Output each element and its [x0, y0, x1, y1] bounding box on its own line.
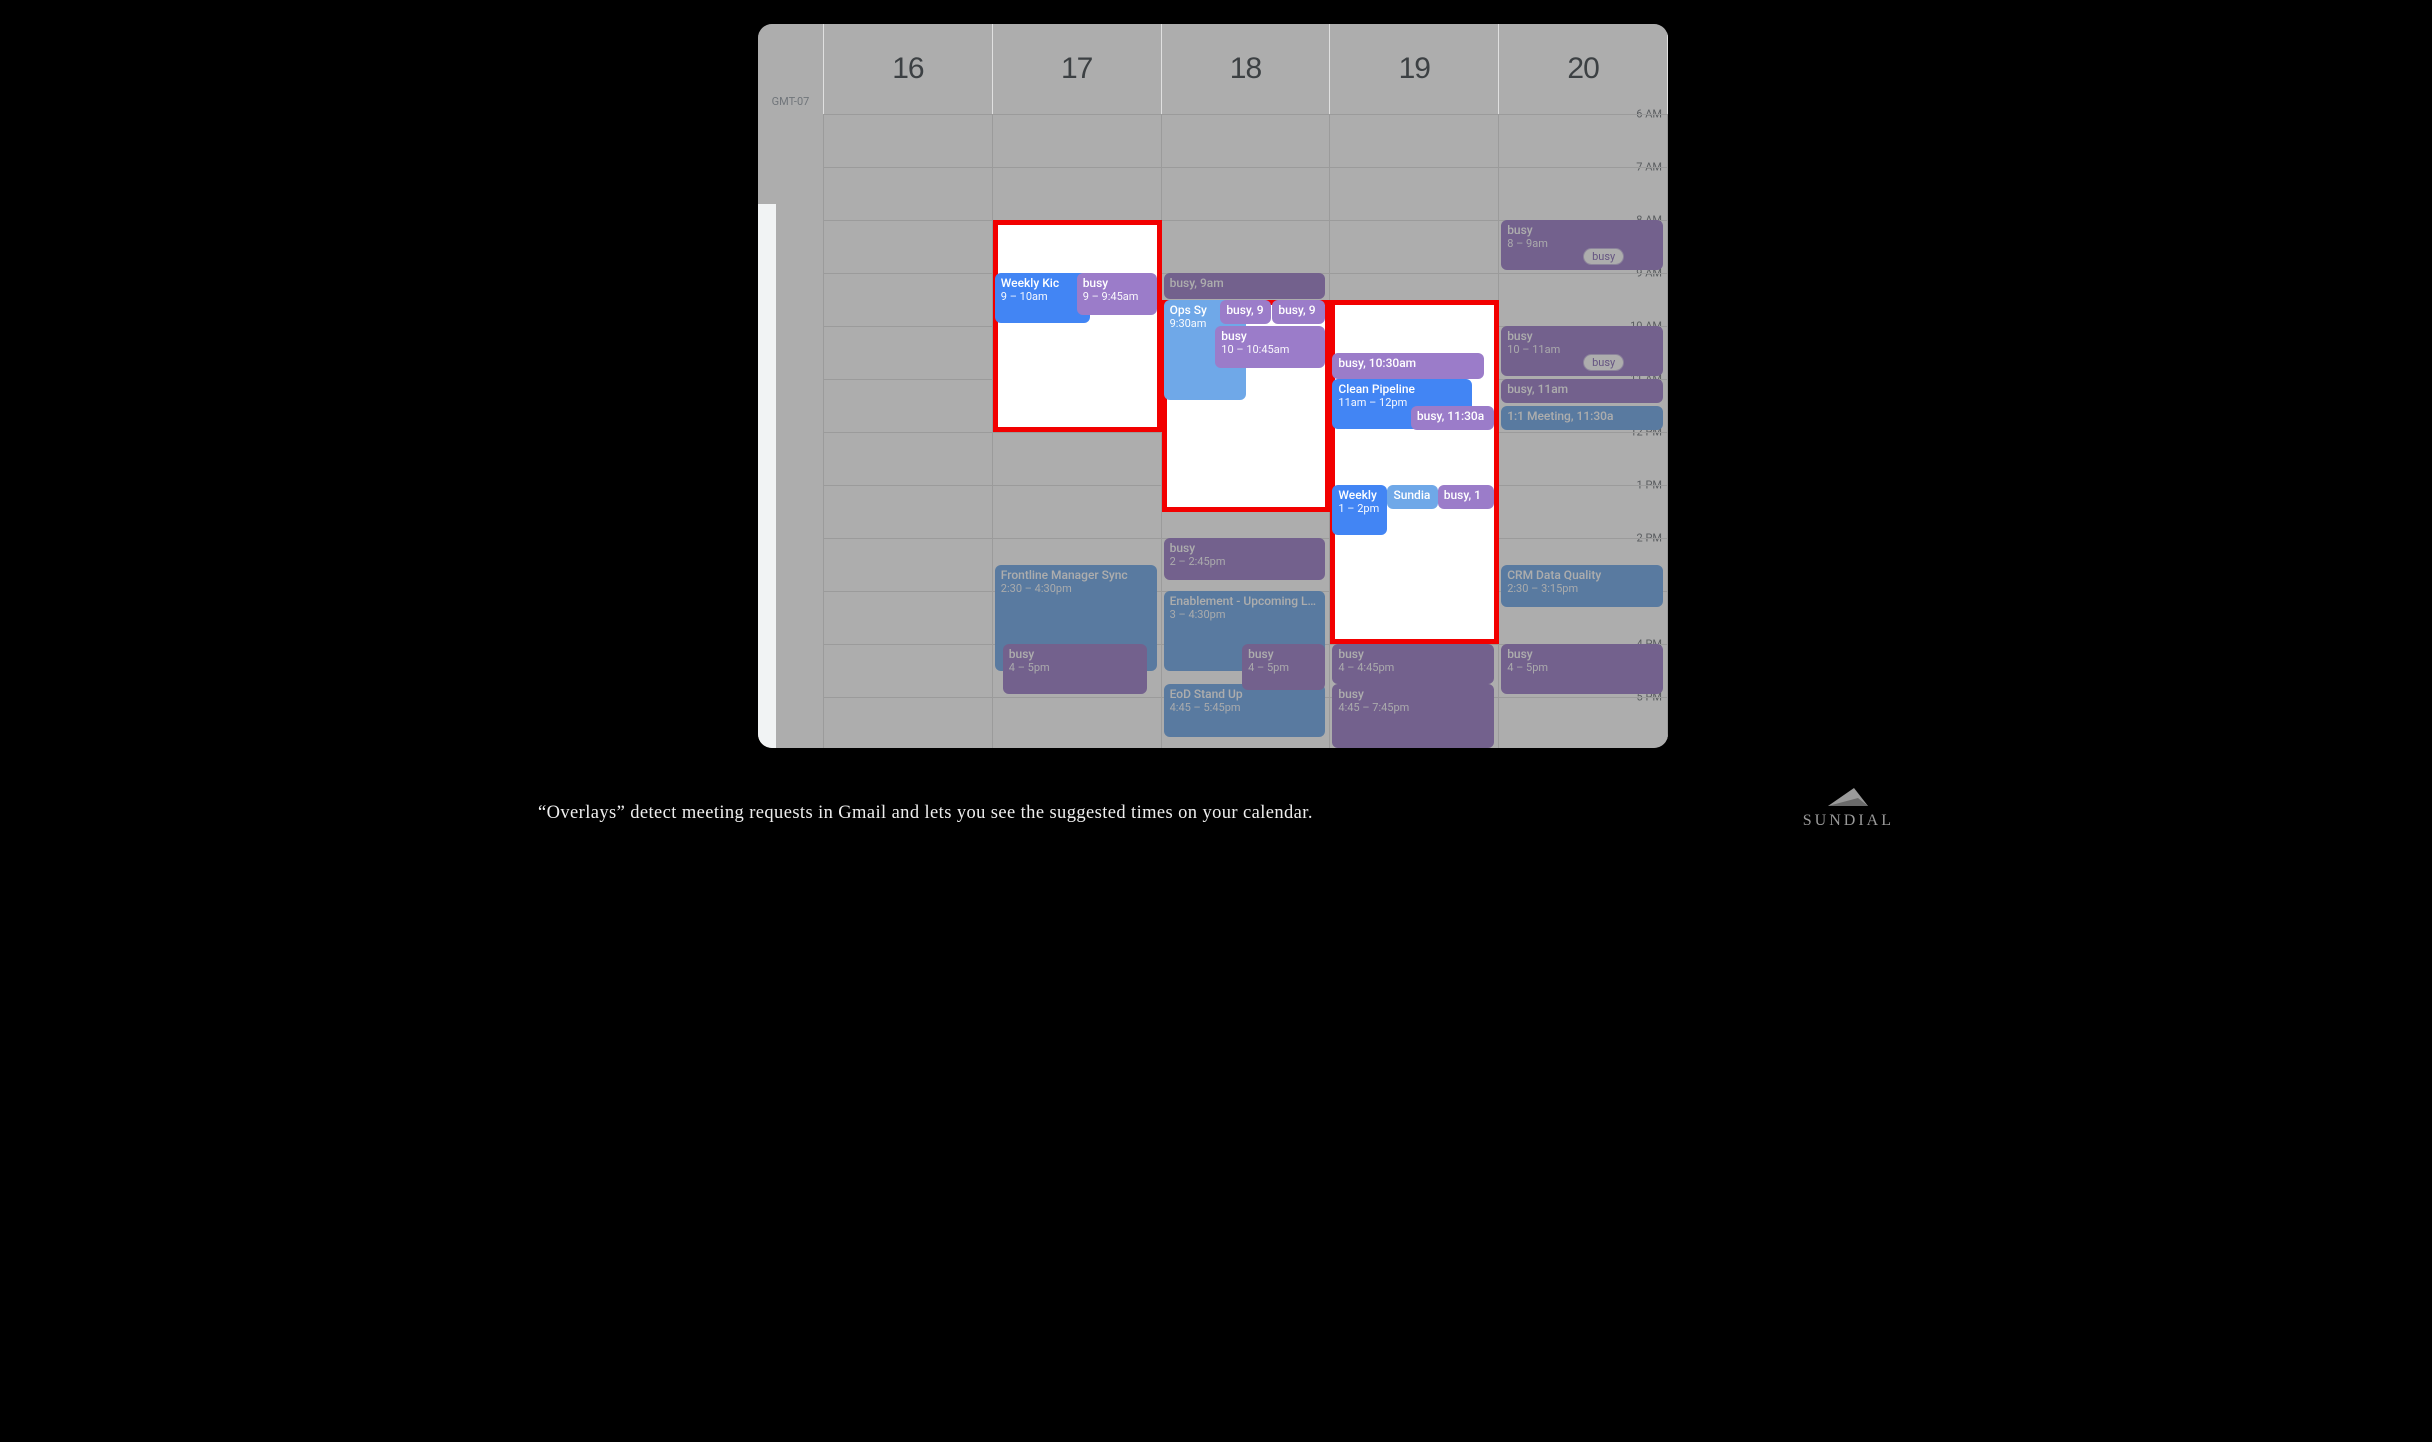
hour-line: [824, 114, 1668, 115]
event-title: Clean Pipeline: [1338, 382, 1466, 396]
event-time: 4 – 4:45pm: [1338, 661, 1488, 674]
event-eod[interactable]: EoD Stand Up 4:45 – 5:45pm: [1164, 684, 1326, 737]
event-time: 10 – 10:45am: [1221, 343, 1319, 356]
event-time: 4 – 5pm: [1009, 661, 1141, 674]
hours-column: 6 AM7 AM8 AM9 AM10 AM11 AM12 PM1 PM2 PM3…: [758, 114, 824, 748]
event-time: 2:30 – 3:15pm: [1507, 582, 1657, 595]
event-busy-245[interactable]: busy 2 – 2:45pm: [1164, 538, 1326, 580]
brand-text: SUNDIAL: [1803, 812, 1894, 830]
event-sundia[interactable]: Sundia: [1387, 485, 1437, 509]
event-title: busy: [1507, 647, 1657, 661]
grid-days: Weekly Kic 9 – 10am busy 9 – 9:45am Fron…: [824, 114, 1668, 748]
day-num: 18: [1230, 52, 1261, 86]
event-busy-89[interactable]: busy 8 – 9am: [1501, 220, 1663, 270]
event-title: Weekly Kic: [1001, 276, 1084, 290]
event-title: busy: [1221, 329, 1319, 343]
event-title: busy: [1507, 329, 1657, 343]
event-busy-9[interactable]: busy, 9am: [1164, 273, 1326, 299]
day-num: 16: [892, 52, 923, 86]
event-title: busy: [1248, 647, 1319, 661]
event-weekly-kick[interactable]: Weekly Kic 9 – 10am: [995, 273, 1090, 323]
event-time: 4 – 5pm: [1507, 661, 1657, 674]
day-20[interactable]: 20: [1499, 24, 1668, 114]
brand-logo: SUNDIAL: [1803, 784, 1894, 830]
event-title: busy, 10:30am: [1338, 356, 1478, 370]
overlay-suggestion-1[interactable]: [993, 220, 1162, 432]
event-1on1[interactable]: 1:1 Meeting, 11:30a: [1501, 406, 1663, 430]
sundial-icon: [1824, 784, 1872, 810]
event-time: 10 – 11am: [1507, 343, 1657, 356]
hour-line: [824, 167, 1668, 168]
date-header: GMT-07 16 17 18 19 20: [758, 24, 1668, 114]
event-weekly[interactable]: Weekly 1 – 2pm: [1332, 485, 1387, 535]
event-time: 4:45 – 7:45pm: [1338, 701, 1488, 714]
calendar-window: GMT-07 16 17 18 19 20 6 AM7 AM8 AM9 AM10…: [758, 24, 1668, 748]
day-col-20[interactable]: busy 8 – 9am busy busy 10 – 11am busy bu…: [1499, 114, 1668, 748]
event-time: 9 – 10am: [1001, 290, 1084, 303]
event-busy-9a[interactable]: busy, 9: [1220, 300, 1270, 324]
event-title: Frontline Manager Sync: [1001, 568, 1151, 582]
calendar-grid: 6 AM7 AM8 AM9 AM10 AM11 AM12 PM1 PM2 PM3…: [758, 114, 1668, 748]
busy-chip-2: busy: [1583, 354, 1624, 371]
event-title: busy: [1338, 687, 1488, 701]
day-num: 17: [1061, 52, 1092, 86]
overlay-suggestion-3[interactable]: [1330, 300, 1499, 645]
event-title: CRM Data Quality: [1507, 568, 1657, 582]
day-16[interactable]: 16: [824, 24, 993, 114]
event-title: busy: [1507, 223, 1657, 237]
day-col-16[interactable]: [824, 114, 993, 748]
event-time: 8 – 9am: [1507, 237, 1657, 250]
event-title: busy: [1083, 276, 1151, 290]
event-title: busy, 1: [1444, 488, 1488, 502]
event-title: busy, 9: [1226, 303, 1264, 317]
event-busy-11[interactable]: busy, 11am: [1501, 379, 1663, 403]
day-num: 19: [1399, 52, 1430, 86]
event-busy-945[interactable]: busy 9 – 9:45am: [1077, 273, 1157, 315]
event-title: busy, 9: [1278, 303, 1319, 317]
event-busy-1[interactable]: busy, 1: [1438, 485, 1494, 509]
day-num: 20: [1567, 52, 1598, 86]
day-18[interactable]: 18: [1162, 24, 1331, 114]
event-busy-45[interactable]: busy 4 – 5pm: [1003, 644, 1147, 694]
event-busy-1011[interactable]: busy 10 – 11am: [1501, 326, 1663, 376]
event-title: busy: [1009, 647, 1141, 661]
event-time: 4 – 5pm: [1248, 661, 1319, 674]
event-title: busy: [1338, 647, 1488, 661]
event-time: 1 – 2pm: [1338, 502, 1381, 515]
event-crm[interactable]: CRM Data Quality 2:30 – 3:15pm: [1501, 565, 1663, 607]
event-title: Weekly: [1338, 488, 1381, 502]
event-time: 3 – 4:30pm: [1170, 608, 1320, 621]
event-busy-1045[interactable]: busy 10 – 10:45am: [1215, 326, 1325, 368]
event-title: Sundia: [1393, 488, 1431, 502]
event-title: busy, 11:30a: [1417, 409, 1488, 423]
event-busy-9b[interactable]: busy, 9: [1272, 300, 1325, 324]
caption-text: “Overlays” detect meeting requests in Gm…: [538, 803, 1313, 824]
event-busy-445[interactable]: busy 4 – 4:45pm: [1332, 644, 1494, 684]
event-busy-1030[interactable]: busy, 10:30am: [1332, 353, 1484, 379]
event-busy-745[interactable]: busy 4:45 – 7:45pm: [1332, 684, 1494, 748]
busy-chip: busy: [1583, 248, 1624, 265]
event-time: 2 – 2:45pm: [1170, 555, 1320, 568]
day-19[interactable]: 19: [1330, 24, 1499, 114]
event-title: busy: [1170, 541, 1320, 555]
event-busy-45c[interactable]: busy 4 – 5pm: [1501, 644, 1663, 694]
event-busy-45b[interactable]: busy 4 – 5pm: [1242, 644, 1325, 690]
event-time: 9 – 9:45am: [1083, 290, 1151, 303]
timezone-label: GMT-07: [758, 24, 824, 114]
event-title: busy, 11am: [1507, 382, 1657, 396]
event-time: 2:30 – 4:30pm: [1001, 582, 1151, 595]
event-title: 1:1 Meeting, 11:30a: [1507, 409, 1657, 423]
event-title: Enablement - Upcoming Launch: [1170, 594, 1320, 608]
event-title: busy, 9am: [1170, 276, 1320, 290]
event-time: 4:45 – 5:45pm: [1170, 701, 1320, 714]
event-busy-1130[interactable]: busy, 11:30a: [1411, 406, 1494, 430]
day-17[interactable]: 17: [993, 24, 1162, 114]
